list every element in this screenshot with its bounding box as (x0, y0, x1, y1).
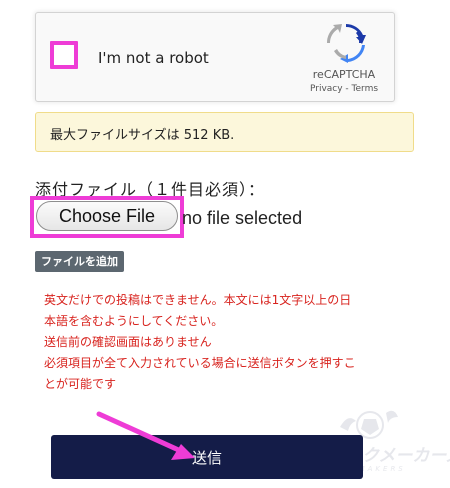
recaptcha-privacy-terms-links[interactable]: Privacy - Terms (298, 84, 390, 94)
recaptcha-checkbox[interactable] (50, 41, 78, 69)
recaptcha-logo-icon (326, 24, 366, 63)
notice-line: 英文だけでの投稿はできません。本文には1文字以上の日 (44, 293, 352, 307)
add-file-button[interactable]: ファイルを追加 (35, 251, 124, 272)
notice-line: 送信前の確認画面はありません (44, 335, 212, 349)
choose-file-button[interactable]: Choose File (36, 201, 178, 231)
notice-line: 本語を含むようにしてください。 (44, 314, 224, 328)
notice-line: とが可能です (44, 377, 117, 391)
max-file-size-notice: 最大ファイルサイズは 512 KB. (35, 112, 414, 152)
no-file-selected-text: no file selected (182, 208, 303, 228)
recaptcha-brand: reCAPTCHA (312, 68, 376, 81)
recaptcha-label: I'm not a robot (98, 49, 209, 67)
pointer-arrow-icon (96, 411, 195, 460)
posting-notice: 英文だけでの投稿はできません。本文には1文字以上の日 本語を含むようにしてくださ… (44, 290, 404, 395)
recaptcha-widget: I'm not a robot reCAPTCHA Privacy - Term… (35, 12, 395, 102)
notice-line: 必須項目が全て入力されている場合に送信ボタンを押すこ (44, 356, 356, 370)
